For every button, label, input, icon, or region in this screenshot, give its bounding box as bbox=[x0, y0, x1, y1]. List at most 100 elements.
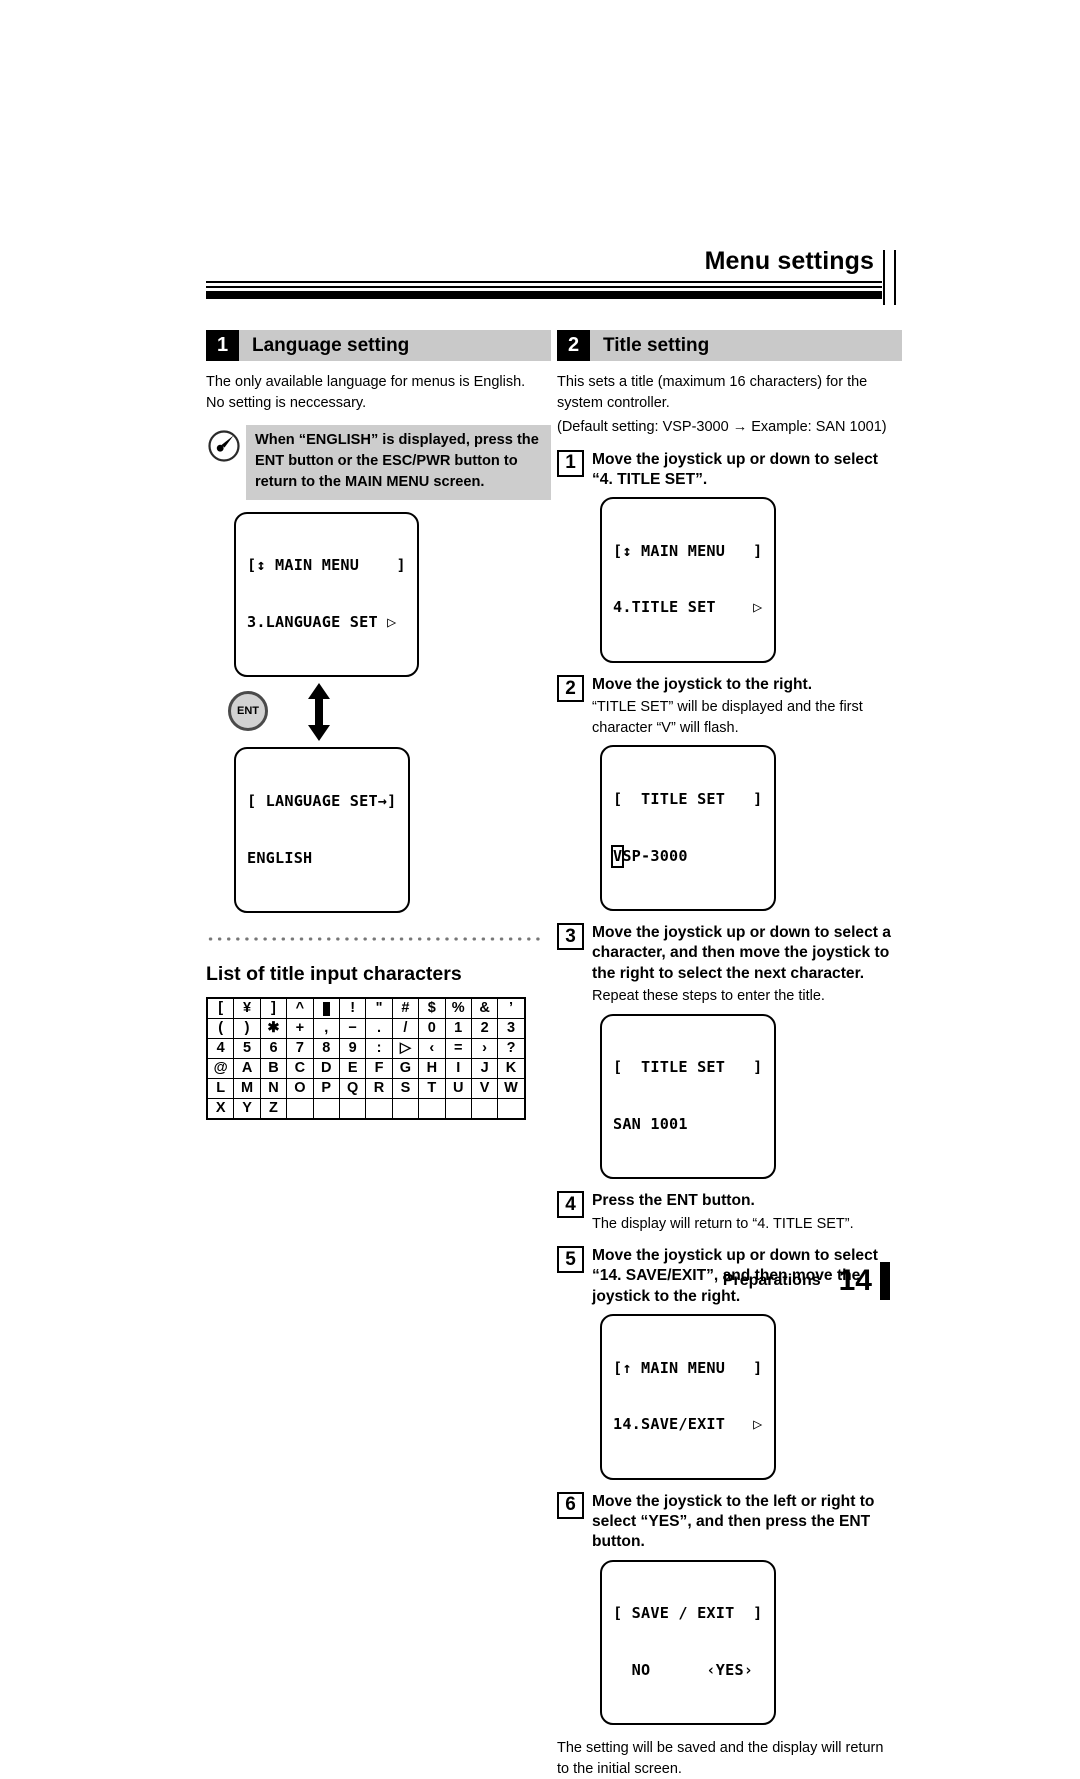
character-map-cell: F bbox=[365, 1058, 393, 1080]
character-map-cell: ’ bbox=[497, 997, 526, 1020]
page-header: Menu settings bbox=[206, 247, 896, 305]
character-map-cell: [ bbox=[206, 997, 235, 1020]
lcd-language-set: [ LANGUAGE SET→] ENGLISH bbox=[234, 747, 410, 914]
character-map-body: [¥] ^! " # $% &’() ✱ +, −./0 1 2 3 4 5 6 7 8 9: ▷ ‹ = ›? @ A B C D… bbox=[206, 997, 526, 1120]
character-map-cell: ? bbox=[497, 1038, 526, 1060]
character-map-cell: H bbox=[418, 1058, 446, 1080]
character-map-cell: " bbox=[365, 997, 393, 1020]
step-title: Move the joystick to the left or right t… bbox=[592, 1492, 875, 1551]
lcd-line-1: [↕ MAIN MENU ] bbox=[247, 556, 406, 575]
character-map-cell: ! bbox=[338, 997, 367, 1020]
character-map-cell: = bbox=[444, 1038, 472, 1060]
lcd-language-mainmenu-wrap: [↕ MAIN MENU ] 3.LANGUAGE SET ▷ bbox=[234, 511, 551, 678]
character-map-cell bbox=[497, 1098, 526, 1120]
character-map-cell: % bbox=[444, 997, 472, 1020]
header-edge-marker bbox=[883, 250, 896, 305]
step-body: Press the ENT button. The display will r… bbox=[592, 1191, 902, 1234]
character-map-cell: ^ bbox=[286, 997, 314, 1020]
step-title: Move the joystick up or down to select a… bbox=[592, 924, 891, 982]
step-body: Move the joystick up or down to select “… bbox=[592, 450, 902, 664]
character-map-cell: B bbox=[259, 1058, 288, 1080]
page-footer: Preparations 14 bbox=[723, 1262, 890, 1300]
lcd-wrap: [ TITLE SET ] VSP-3000 bbox=[600, 745, 902, 912]
language-intro-text: The only available language for menus is… bbox=[206, 374, 526, 411]
character-map-cell bbox=[312, 997, 340, 1020]
filled-block-glyph bbox=[322, 1001, 330, 1016]
left-column: 1 Language setting The only available la… bbox=[206, 330, 551, 1121]
step-2: 2 Move the joystick to the right. “TITLE… bbox=[557, 675, 902, 912]
pencil-note-icon bbox=[206, 428, 242, 464]
character-map-row: @ A B C D E F G H I J K bbox=[206, 1058, 526, 1080]
step-subtext: “TITLE SET” will be displayed and the fi… bbox=[592, 699, 863, 736]
character-map-cell: . bbox=[365, 1018, 393, 1040]
step-number: 4 bbox=[557, 1191, 584, 1219]
charlist-heading: List of title input characters bbox=[206, 963, 462, 986]
step-body: Move the joystick up or down to select a… bbox=[592, 923, 902, 1180]
lcd-title-set-default: [ TITLE SET ] VSP-3000 bbox=[600, 745, 776, 912]
section-divider bbox=[206, 937, 540, 942]
lcd-line-2: ENGLISH bbox=[247, 848, 313, 867]
lcd-line-2: 14.SAVE/EXIT ▷ bbox=[613, 1415, 763, 1434]
character-map-cell: K bbox=[497, 1058, 526, 1080]
step-title: Move the joystick to the right. bbox=[592, 676, 813, 694]
character-map-cell: 2 bbox=[470, 1018, 499, 1040]
step-body: Move the joystick to the right. “TITLE S… bbox=[592, 675, 902, 912]
character-map-cell: V bbox=[470, 1078, 499, 1100]
character-map-cell bbox=[365, 1098, 393, 1120]
page-title: Menu settings bbox=[704, 247, 874, 275]
character-map-row: () ✱ +, −./0 1 2 3 bbox=[206, 1018, 526, 1040]
character-map-cell bbox=[444, 1098, 472, 1120]
step-4: 4 Press the ENT button. The display will… bbox=[557, 1191, 902, 1234]
character-map-cell: @ bbox=[206, 1058, 235, 1080]
character-map-cell: 7 bbox=[286, 1038, 314, 1060]
step-number: 6 bbox=[557, 1491, 584, 1519]
character-map-cell: L bbox=[206, 1078, 235, 1100]
lcd-line-1: [ TITLE SET ] bbox=[613, 790, 763, 809]
lcd-line-1: [ LANGUAGE SET→] bbox=[247, 792, 397, 811]
character-map-cell: X bbox=[206, 1098, 235, 1120]
lcd-main-menu-save-exit: [↑ MAIN MENU ] 14.SAVE/EXIT ▷ bbox=[600, 1313, 776, 1480]
character-map-cell bbox=[470, 1098, 499, 1120]
step-subtext: Repeat these steps to enter the title. bbox=[592, 987, 825, 1004]
title-intro-line-1: This sets a title (maximum 16 characters… bbox=[557, 374, 868, 411]
step-title: Press the ENT button. bbox=[592, 1192, 755, 1210]
lcd-line-2-rest: SP-3000 bbox=[622, 846, 688, 865]
footer-edge-marker bbox=[880, 1262, 890, 1300]
character-map-cell: Y bbox=[233, 1098, 261, 1120]
language-note-text: When “ENGLISH” is displayed, press the E… bbox=[246, 425, 551, 500]
character-map-cell: 6 bbox=[259, 1038, 288, 1060]
step-title: Move the joystick up or down to select “… bbox=[592, 450, 878, 488]
ent-button[interactable]: ENT bbox=[228, 691, 268, 732]
character-map-cell: ‹ bbox=[418, 1038, 446, 1060]
character-map-cell: 4 bbox=[206, 1038, 235, 1060]
character-map-cell bbox=[312, 1098, 340, 1120]
lcd-line-1: [↑ MAIN MENU ] bbox=[613, 1358, 763, 1377]
character-map-cell: I bbox=[444, 1058, 472, 1080]
character-map-cell: $ bbox=[418, 997, 446, 1020]
character-map-cell: 9 bbox=[338, 1038, 367, 1060]
character-map-row: 4 5 6 7 8 9: ▷ ‹ = ›? bbox=[206, 1038, 526, 1060]
character-map-cell: / bbox=[391, 1018, 420, 1040]
character-map-cell: G bbox=[391, 1058, 420, 1080]
step-1: 1 Move the joystick up or down to select… bbox=[557, 449, 902, 664]
header-rule-1 bbox=[206, 281, 882, 284]
header-rule-2 bbox=[206, 286, 882, 289]
character-map-cell: & bbox=[470, 997, 499, 1020]
character-map-cell: J bbox=[470, 1058, 499, 1080]
header-rule-thick bbox=[206, 291, 882, 300]
lcd-line-2: 3.LANGUAGE SET ▷ bbox=[247, 612, 397, 631]
character-map-cell: Q bbox=[338, 1078, 367, 1100]
character-map-cell: O bbox=[286, 1078, 314, 1100]
character-map-cell: ) bbox=[233, 1018, 261, 1040]
character-map-cell bbox=[418, 1098, 446, 1120]
character-map-cell: W bbox=[497, 1078, 526, 1100]
ent-transition-group: ENT bbox=[228, 683, 551, 745]
character-map-cell: C bbox=[286, 1058, 314, 1080]
character-map-cell: N bbox=[259, 1078, 288, 1100]
character-map-cell: ✱ bbox=[259, 1018, 288, 1040]
lcd-save-exit-confirm: [ SAVE / EXIT ] NO ‹YES› bbox=[600, 1559, 776, 1726]
character-map-cell: T bbox=[418, 1078, 446, 1100]
right-column: 2 Title setting This sets a title (maxim… bbox=[557, 330, 902, 1779]
character-map-cell: # bbox=[391, 997, 420, 1020]
character-map-row: XYZ bbox=[206, 1098, 526, 1120]
